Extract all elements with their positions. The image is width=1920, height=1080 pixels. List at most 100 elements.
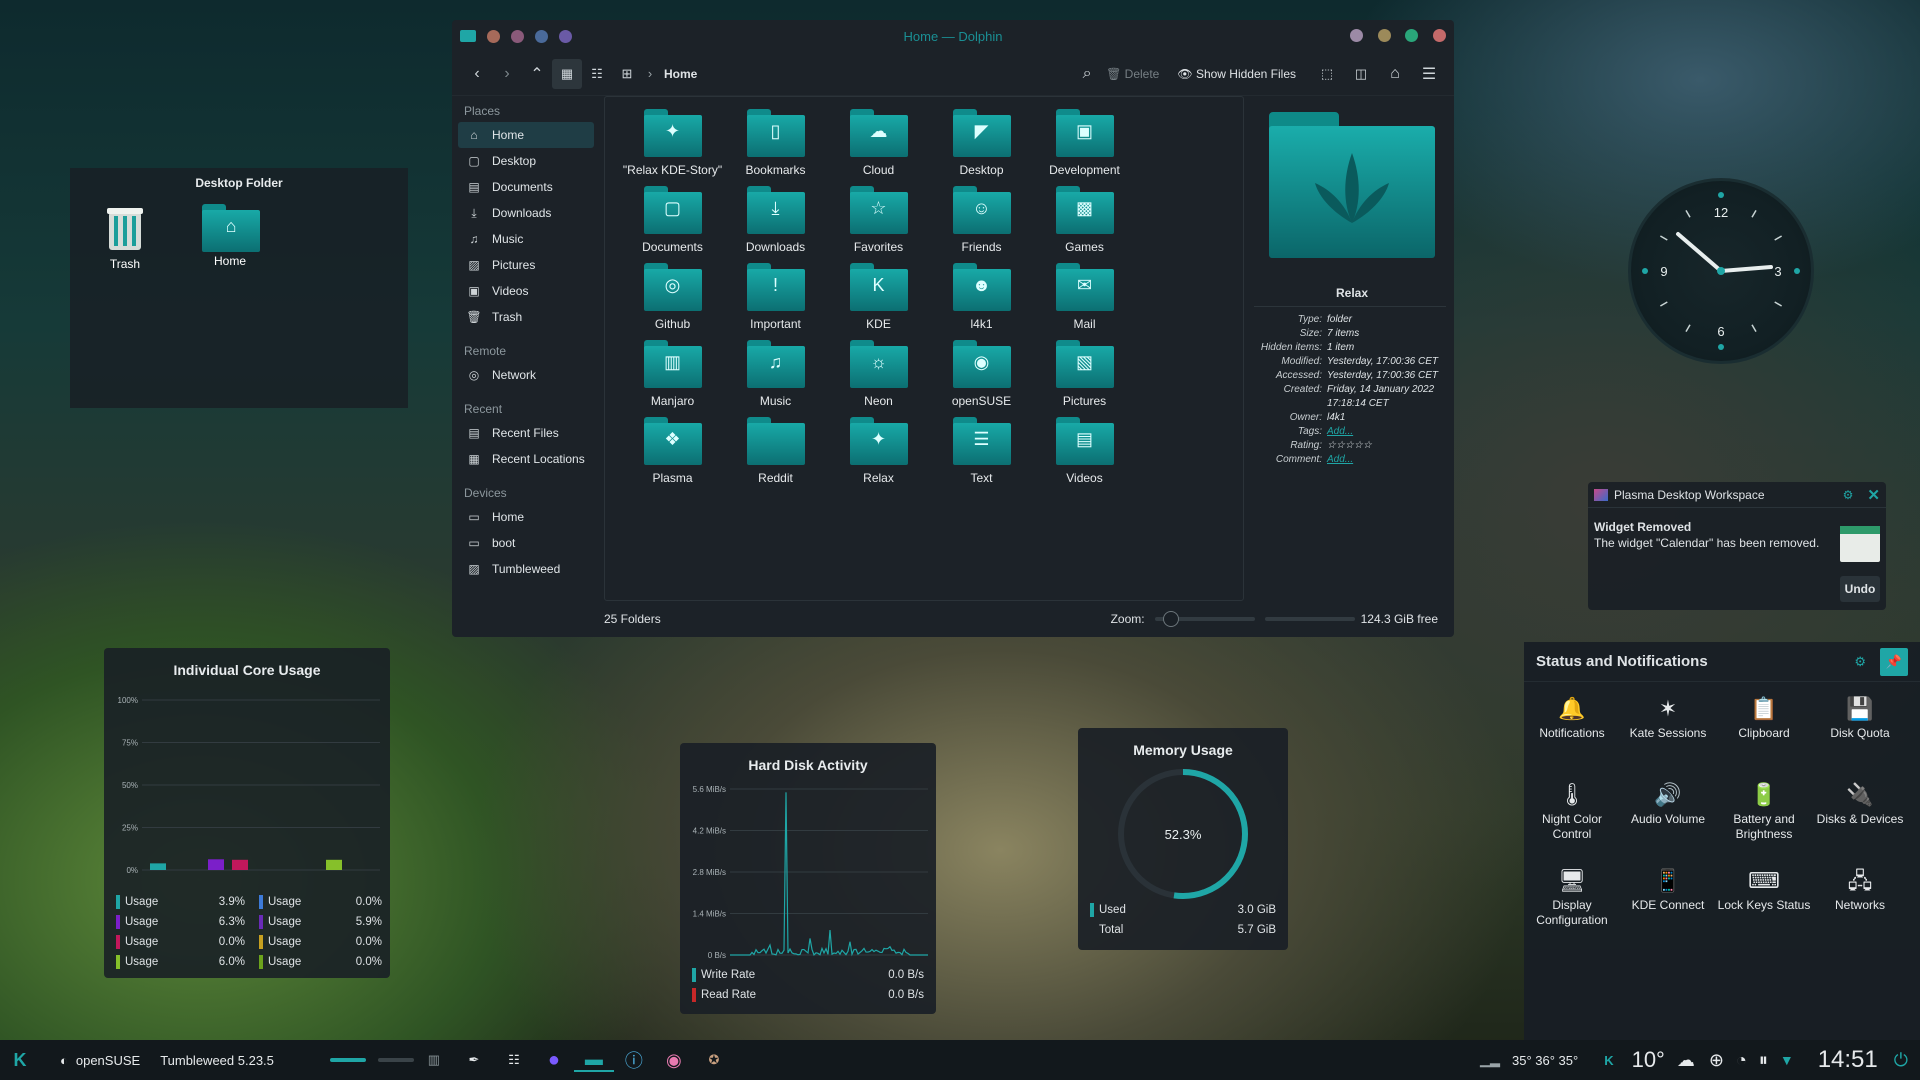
sidebar-item-boot[interactable]: ▭ boot — [452, 530, 600, 556]
file-item[interactable]: ☼ Neon — [827, 338, 930, 408]
file-item[interactable]: ✦ Relax — [827, 415, 930, 485]
weather-temp[interactable]: 10° — [1632, 1047, 1665, 1073]
sidebar-item-home[interactable]: ⌂ Home — [458, 122, 594, 148]
status-item[interactable]: 🔋 Battery and Brightness — [1716, 778, 1812, 842]
search-icon[interactable]: ⌕ — [1072, 59, 1102, 89]
zoom-slider[interactable] — [1155, 617, 1255, 621]
file-item[interactable]: ◎ Github — [621, 261, 724, 331]
file-item[interactable]: ☺ Friends — [930, 184, 1033, 254]
kde-connect-tray-icon[interactable]: K — [1604, 1053, 1613, 1068]
status-item[interactable]: ✶ Kate Sessions — [1620, 692, 1716, 741]
icons-view-icon[interactable]: ▦ — [552, 59, 582, 89]
file-item[interactable]: ▩ Games — [1033, 184, 1136, 254]
file-item[interactable]: ▣ Development — [1033, 107, 1136, 177]
home-desktop-icon[interactable]: ⌂ Home — [190, 202, 270, 268]
clock-time[interactable]: 14:51 — [1818, 1046, 1878, 1074]
file-item[interactable]: ❖ Plasma — [621, 415, 724, 485]
sidebar-item-videos[interactable]: ▣ Videos — [452, 278, 600, 304]
info-key: Type: — [1250, 313, 1327, 327]
file-item[interactable]: ◤ Desktop — [930, 107, 1033, 177]
pause-icon[interactable]: ⏸ — [1759, 1050, 1768, 1071]
breadcrumb-home[interactable]: Home — [664, 67, 697, 81]
status-item[interactable]: ⌨ Lock Keys Status — [1716, 864, 1812, 913]
file-item[interactable]: ▯ Bookmarks — [724, 107, 827, 177]
configure-icon[interactable]: ⚙ — [1854, 654, 1866, 670]
file-item[interactable]: ✦ "Relax KDE-Story" — [621, 107, 724, 177]
file-item[interactable]: ✉ Mail — [1033, 261, 1136, 331]
file-item[interactable]: ! Important — [724, 261, 827, 331]
sidebar-item-music[interactable]: ♫ Music — [452, 226, 600, 252]
back-icon[interactable]: ‹ — [462, 59, 492, 89]
sidebar-item-recent-files[interactable]: ▤ Recent Files — [452, 420, 600, 446]
undo-button[interactable]: Undo — [1840, 576, 1880, 602]
cloud-icon[interactable]: ☁ — [1677, 1050, 1695, 1071]
dolphin-taskbar-icon[interactable]: ▬ — [574, 1049, 614, 1072]
file-item[interactable]: K KDE — [827, 261, 930, 331]
help-button[interactable] — [1350, 29, 1363, 42]
trash-taskbar-icon[interactable]: ▥ — [414, 1052, 454, 1068]
split-icon[interactable]: ◫ — [1346, 59, 1376, 89]
minimize-button[interactable] — [1378, 29, 1391, 42]
sidebar-item-desktop[interactable]: ▢ Desktop — [452, 148, 600, 174]
title-bar: Home — Dolphin — [452, 20, 1454, 52]
status-item[interactable]: 🌡 Night Color Control — [1524, 778, 1620, 842]
file-item[interactable]: ▥ Manjaro — [621, 338, 724, 408]
status-item[interactable]: 📋 Clipboard — [1716, 692, 1812, 741]
volume-icon[interactable]: ◔ — [1736, 1050, 1747, 1071]
cat-icon[interactable]: ✪ — [694, 1052, 734, 1068]
folder-icon: ◎ — [644, 261, 702, 311]
show-hidden-files-button[interactable]: 👁 Show Hidden Files — [1177, 67, 1296, 81]
chat-icon[interactable]: ◉ — [654, 1050, 694, 1071]
sidebar-item-pictures[interactable]: ▨ Pictures — [452, 252, 600, 278]
sidebar-item-tumbleweed[interactable]: ▨ Tumbleweed — [452, 556, 600, 582]
status-item[interactable]: 🔊 Audio Volume — [1620, 778, 1716, 827]
status-item[interactable]: 🔔 Notifications — [1524, 692, 1620, 741]
firefox-icon[interactable]: ● — [534, 1049, 574, 1072]
up-icon[interactable]: ⌃ — [522, 59, 552, 89]
tray-expand-icon[interactable]: ▼ — [1780, 1052, 1794, 1068]
file-item[interactable]: ▢ Documents — [621, 184, 724, 254]
file-item[interactable]: ⤓ Downloads — [724, 184, 827, 254]
kde-launcher-icon[interactable]: K — [0, 1050, 40, 1071]
file-item[interactable]: ☻ l4k1 — [930, 261, 1033, 331]
compact-view-icon[interactable]: ☷ — [582, 59, 612, 89]
configure-icon[interactable]: ⚙ — [1843, 488, 1854, 502]
file-item[interactable]: Reddit — [724, 415, 827, 485]
sidebar-item-documents[interactable]: ▤ Documents — [452, 174, 600, 200]
hamburger-menu-icon[interactable]: ☰ — [1414, 59, 1444, 89]
power-icon[interactable]: ⏻ — [1894, 1050, 1908, 1071]
sidebar-item-recent-locations[interactable]: ▦ Recent Locations — [452, 446, 600, 472]
zoom-handle[interactable] — [1163, 611, 1179, 627]
file-item[interactable]: ☁ Cloud — [827, 107, 930, 177]
status-item[interactable]: 💾 Disk Quota — [1812, 692, 1908, 741]
update-icon[interactable]: ⊕ — [1709, 1050, 1724, 1071]
core-bar — [150, 863, 166, 870]
close-button[interactable] — [1433, 29, 1446, 42]
file-item[interactable]: ☰ Text — [930, 415, 1033, 485]
delete-button[interactable]: 🗑 Delete — [1106, 67, 1159, 81]
home-icon[interactable]: ⌂ — [1380, 59, 1410, 89]
file-item[interactable]: ☆ Favorites — [827, 184, 930, 254]
status-item[interactable]: 🖥 Display Configuration — [1524, 864, 1620, 928]
kate-icon[interactable]: ✒ — [454, 1052, 494, 1068]
maximize-button[interactable] — [1405, 29, 1418, 42]
sidebar-item-network[interactable]: ◎ Network — [452, 362, 600, 388]
file-item[interactable]: ◉ openSUSE — [930, 338, 1033, 408]
file-item[interactable]: ▤ Videos — [1033, 415, 1136, 485]
close-icon[interactable]: ✕ — [1867, 486, 1880, 504]
info-center-icon[interactable]: ⓘ — [614, 1047, 654, 1073]
settings-icon[interactable]: ☷ — [494, 1052, 534, 1068]
status-item[interactable]: 🖧 Networks — [1812, 864, 1908, 913]
details-view-icon[interactable]: ⊞ — [612, 59, 642, 89]
sidebar-item-trash[interactable]: 🗑 Trash — [452, 304, 600, 330]
trash-desktop-icon[interactable]: Trash — [85, 202, 165, 271]
sidebar-item-device-home[interactable]: ▭ Home — [452, 504, 600, 530]
select-icon[interactable]: ⬚ — [1312, 59, 1342, 89]
forward-icon[interactable]: › — [492, 59, 522, 89]
status-item[interactable]: 🔌 Disks & Devices — [1812, 778, 1908, 827]
file-item[interactable]: ♫ Music — [724, 338, 827, 408]
status-item[interactable]: 📱 KDE Connect — [1620, 864, 1716, 913]
pin-icon[interactable]: 📌 — [1880, 648, 1908, 676]
file-item[interactable]: ▧ Pictures — [1033, 338, 1136, 408]
sidebar-item-downloads[interactable]: ⤓ Downloads — [452, 200, 600, 226]
